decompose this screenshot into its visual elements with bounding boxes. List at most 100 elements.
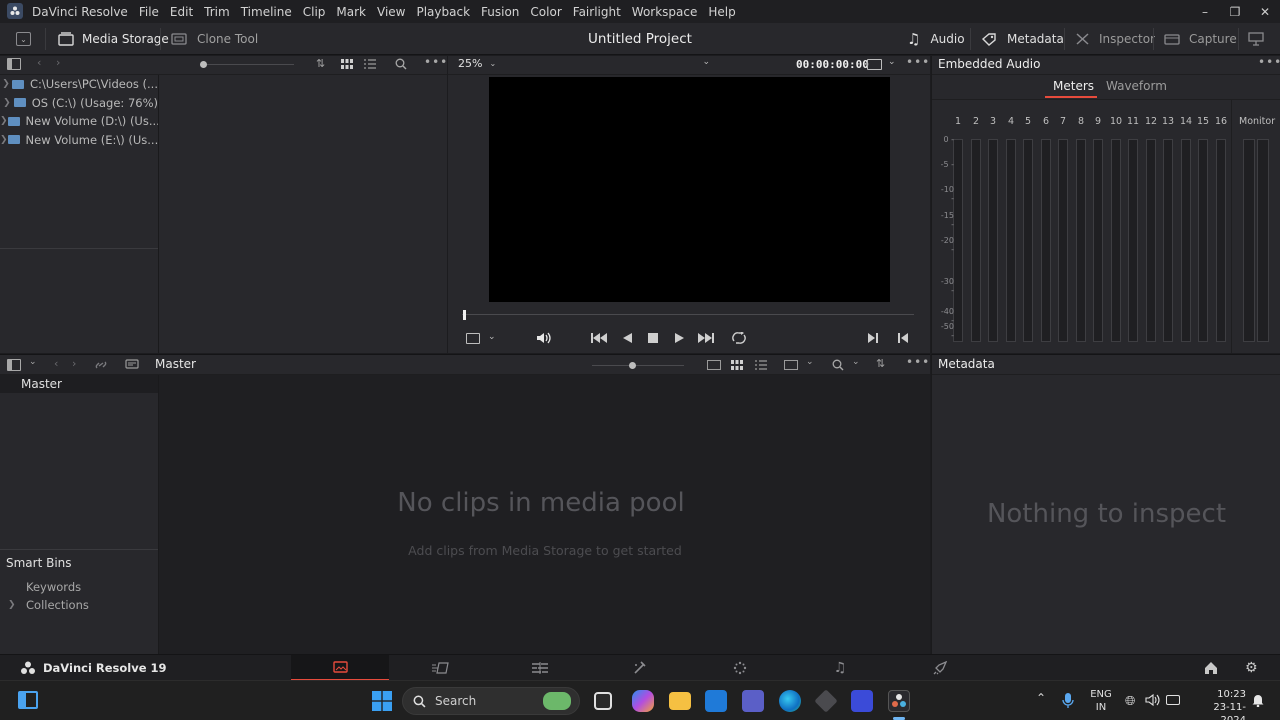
menu-mark[interactable]: Mark xyxy=(336,5,366,19)
page-deliver[interactable] xyxy=(891,655,989,681)
network-globe-icon[interactable]: 🌐︎ xyxy=(1125,694,1135,709)
taskbar-search[interactable]: Search xyxy=(402,687,580,715)
search-icon[interactable] xyxy=(832,359,844,371)
link-icon[interactable] xyxy=(94,359,108,371)
menu-fusion[interactable]: Fusion xyxy=(481,5,519,19)
page-fairlight[interactable]: ♫ xyxy=(791,655,889,681)
grid-view-icon[interactable] xyxy=(341,59,353,69)
chevron-right-icon[interactable]: ❯ xyxy=(0,79,12,89)
list-view-icon[interactable] xyxy=(755,360,767,370)
list-view-icon[interactable] xyxy=(364,59,376,69)
workspace-dropdown-icon[interactable]: ⌄ xyxy=(16,32,31,46)
menu-playback[interactable]: Playback xyxy=(416,5,470,19)
minimize-icon[interactable]: – xyxy=(1190,0,1220,23)
audio-button[interactable]: ♫ Audio xyxy=(907,23,965,55)
mark-out-icon[interactable] xyxy=(898,333,908,343)
close-icon[interactable]: ✕ xyxy=(1250,0,1280,23)
teams-icon[interactable] xyxy=(742,690,764,712)
metadata-view-icon[interactable] xyxy=(784,360,798,370)
chevron-down-icon[interactable]: ⌄ xyxy=(806,357,814,367)
viewer-options-icon[interactable]: ••• xyxy=(906,55,930,69)
battery-icon[interactable] xyxy=(1166,695,1180,705)
bin-list-toggle-icon[interactable] xyxy=(7,359,21,371)
microphone-icon[interactable] xyxy=(1062,693,1074,709)
menu-timeline[interactable]: Timeline xyxy=(241,5,292,19)
video-preview[interactable] xyxy=(489,77,890,302)
menu-color[interactable]: Color xyxy=(530,5,561,19)
tree-item-drive-e[interactable]: ❯ New Volume (E:\) (Us... xyxy=(0,131,158,150)
chevron-up-icon[interactable]: ⌃ xyxy=(1036,691,1046,705)
subtitle-icon[interactable] xyxy=(125,359,139,371)
menu-clip[interactable]: Clip xyxy=(303,5,326,19)
filmstrip-view-icon[interactable] xyxy=(707,360,721,370)
forward-icon[interactable]: › xyxy=(72,357,76,370)
tree-item-drive-d[interactable]: ❯ New Volume (D:\) (Us... xyxy=(0,112,158,131)
zoom-dropdown[interactable]: 25% ⌄ xyxy=(458,57,496,70)
pool-zoom-slider[interactable] xyxy=(592,362,684,369)
tree-item-drive-c[interactable]: ❯ OS (C:\) (Usage: 76%) xyxy=(0,94,158,113)
page-media[interactable] xyxy=(291,655,389,681)
skip-to-start-icon[interactable] xyxy=(591,333,607,343)
restore-icon[interactable]: ❐ xyxy=(1220,0,1250,23)
menu-view[interactable]: View xyxy=(377,5,405,19)
chevron-right-icon[interactable]: ❯ xyxy=(0,116,8,126)
pool-options-icon[interactable]: ••• xyxy=(906,355,930,369)
chevron-right-icon[interactable]: ❯ xyxy=(0,98,14,108)
metadata-button[interactable]: Metadata xyxy=(981,23,1064,55)
vscode-like-icon[interactable] xyxy=(851,690,873,712)
home-icon[interactable] xyxy=(1204,661,1218,675)
stop-icon[interactable] xyxy=(648,333,658,343)
sort-icon[interactable]: ⇅ xyxy=(316,57,325,70)
menu-workspace[interactable]: Workspace xyxy=(632,5,698,19)
clips-area[interactable]: No clips in media pool Add clips from Me… xyxy=(158,375,930,655)
back-icon[interactable]: ‹ xyxy=(54,357,58,370)
play-reverse-icon[interactable] xyxy=(623,333,632,343)
skip-to-end-icon[interactable] xyxy=(698,333,714,343)
widgets-icon[interactable] xyxy=(18,691,38,709)
playhead[interactable] xyxy=(463,310,466,320)
mark-in-icon[interactable] xyxy=(868,333,878,343)
volume-icon[interactable] xyxy=(536,331,551,345)
speaker-icon[interactable] xyxy=(1145,693,1160,707)
viewer-mode-icon[interactable] xyxy=(466,333,480,344)
page-fusion[interactable] xyxy=(591,655,689,681)
smart-bin-keywords[interactable]: Keywords xyxy=(26,580,81,594)
chevron-right-icon[interactable]: ❯ xyxy=(0,135,8,145)
tab-meters[interactable]: Meters xyxy=(1053,79,1094,93)
clone-tool-button[interactable]: Clone Tool xyxy=(171,23,258,55)
grid-view-icon[interactable] xyxy=(731,360,743,370)
menu-edit[interactable]: Edit xyxy=(170,5,193,19)
copilot-icon[interactable] xyxy=(632,690,654,712)
page-edit[interactable] xyxy=(491,655,589,681)
menu-fairlight[interactable]: Fairlight xyxy=(573,5,621,19)
menu-trim[interactable]: Trim xyxy=(204,5,230,19)
chevron-down-icon[interactable]: ⌄ xyxy=(888,57,896,67)
task-view-icon[interactable] xyxy=(594,692,612,710)
monitor-output-icon[interactable] xyxy=(1248,32,1264,46)
chevron-down-icon[interactable]: ⌄ xyxy=(29,357,37,367)
davinci-logo-icon[interactable] xyxy=(7,3,23,19)
tab-waveform[interactable]: Waveform xyxy=(1106,79,1167,93)
zoom-slider[interactable] xyxy=(200,61,294,68)
bin-item-master[interactable]: Master xyxy=(0,375,158,393)
media-storage-button[interactable]: Media Storage xyxy=(58,23,169,55)
page-cut[interactable] xyxy=(391,655,489,681)
clock[interactable]: 10:23 23-11-2024 xyxy=(1188,688,1246,720)
play-icon[interactable] xyxy=(675,333,684,343)
chevron-down-icon[interactable]: ⌄ xyxy=(488,332,496,342)
menu-help[interactable]: Help xyxy=(708,5,735,19)
davinci-taskbar-icon[interactable] xyxy=(888,690,910,712)
app-cube-icon[interactable] xyxy=(814,689,838,713)
settings-gear-icon[interactable]: ⚙ xyxy=(1245,660,1258,676)
forward-icon[interactable]: › xyxy=(56,56,60,69)
audio-options-icon[interactable]: ••• xyxy=(1258,55,1280,69)
notification-bell-icon[interactable] xyxy=(1252,693,1264,707)
start-windows-icon[interactable] xyxy=(372,691,392,711)
inspector-button[interactable]: Inspector xyxy=(1075,23,1155,55)
edge-browser-icon[interactable] xyxy=(779,690,801,712)
back-icon[interactable]: ‹ xyxy=(37,56,41,69)
clip-dropdown[interactable]: ⌄ xyxy=(510,57,710,73)
more-options-icon[interactable]: ••• xyxy=(424,55,448,69)
microsoft-store-icon[interactable] xyxy=(705,690,727,712)
file-explorer-icon[interactable] xyxy=(669,692,691,710)
